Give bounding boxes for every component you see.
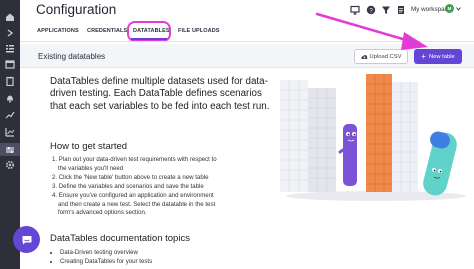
chat-icon bbox=[22, 235, 31, 244]
docs-heading: DataTables documentation topics bbox=[50, 233, 190, 244]
section-title: Existing datatables bbox=[38, 52, 106, 61]
list-item: 2. Click the 'New table' button above to… bbox=[52, 173, 209, 181]
list-item: the variables you'll need bbox=[58, 164, 124, 172]
tab-applications[interactable]: APPLICATIONS bbox=[37, 28, 79, 34]
tab-file-uploads[interactable]: FILE UPLOADS bbox=[178, 28, 220, 34]
clipboard-icon[interactable] bbox=[5, 76, 15, 86]
docs-link[interactable]: Creating DataTables for your tests bbox=[60, 258, 152, 267]
list-item: 3. Define the variables and scenarios an… bbox=[52, 182, 204, 190]
list-item: 1. Plan out your data-driven test requir… bbox=[52, 156, 217, 163]
getting-started-heading: How to get started bbox=[50, 141, 128, 152]
datatables-illustration bbox=[280, 74, 466, 201]
list-icon[interactable] bbox=[5, 43, 15, 53]
docs-list: Data-Driven testing overview Creating Da… bbox=[60, 249, 152, 267]
tab-credentials[interactable]: CREDENTIALS bbox=[87, 28, 127, 34]
list-item: and then create a new test. Select the d… bbox=[58, 200, 216, 208]
sidebar-expand-icon[interactable] bbox=[5, 28, 15, 38]
list-item: 4. Ensure you've configured an applicati… bbox=[52, 191, 214, 199]
datatable-icon[interactable] bbox=[5, 145, 15, 155]
intro-text: DataTables define multiple datasets used… bbox=[50, 76, 270, 112]
settings-icon[interactable] bbox=[5, 160, 15, 170]
calendar-icon[interactable] bbox=[5, 59, 15, 69]
steps-list: 1. Plan out your data-driven test requir… bbox=[52, 156, 282, 218]
bell-icon[interactable] bbox=[5, 93, 15, 103]
docs-link[interactable]: Data-Driven testing overview bbox=[60, 249, 152, 258]
home-icon[interactable] bbox=[5, 12, 15, 22]
graph-icon[interactable] bbox=[5, 127, 15, 137]
page-title: Configuration bbox=[36, 2, 117, 17]
list-item: form's advanced options section. bbox=[58, 209, 147, 217]
active-tab-underline bbox=[131, 38, 167, 40]
trend-icon[interactable] bbox=[5, 110, 15, 120]
annotation-arrow-icon bbox=[315, 12, 428, 50]
chat-button[interactable] bbox=[13, 226, 40, 253]
